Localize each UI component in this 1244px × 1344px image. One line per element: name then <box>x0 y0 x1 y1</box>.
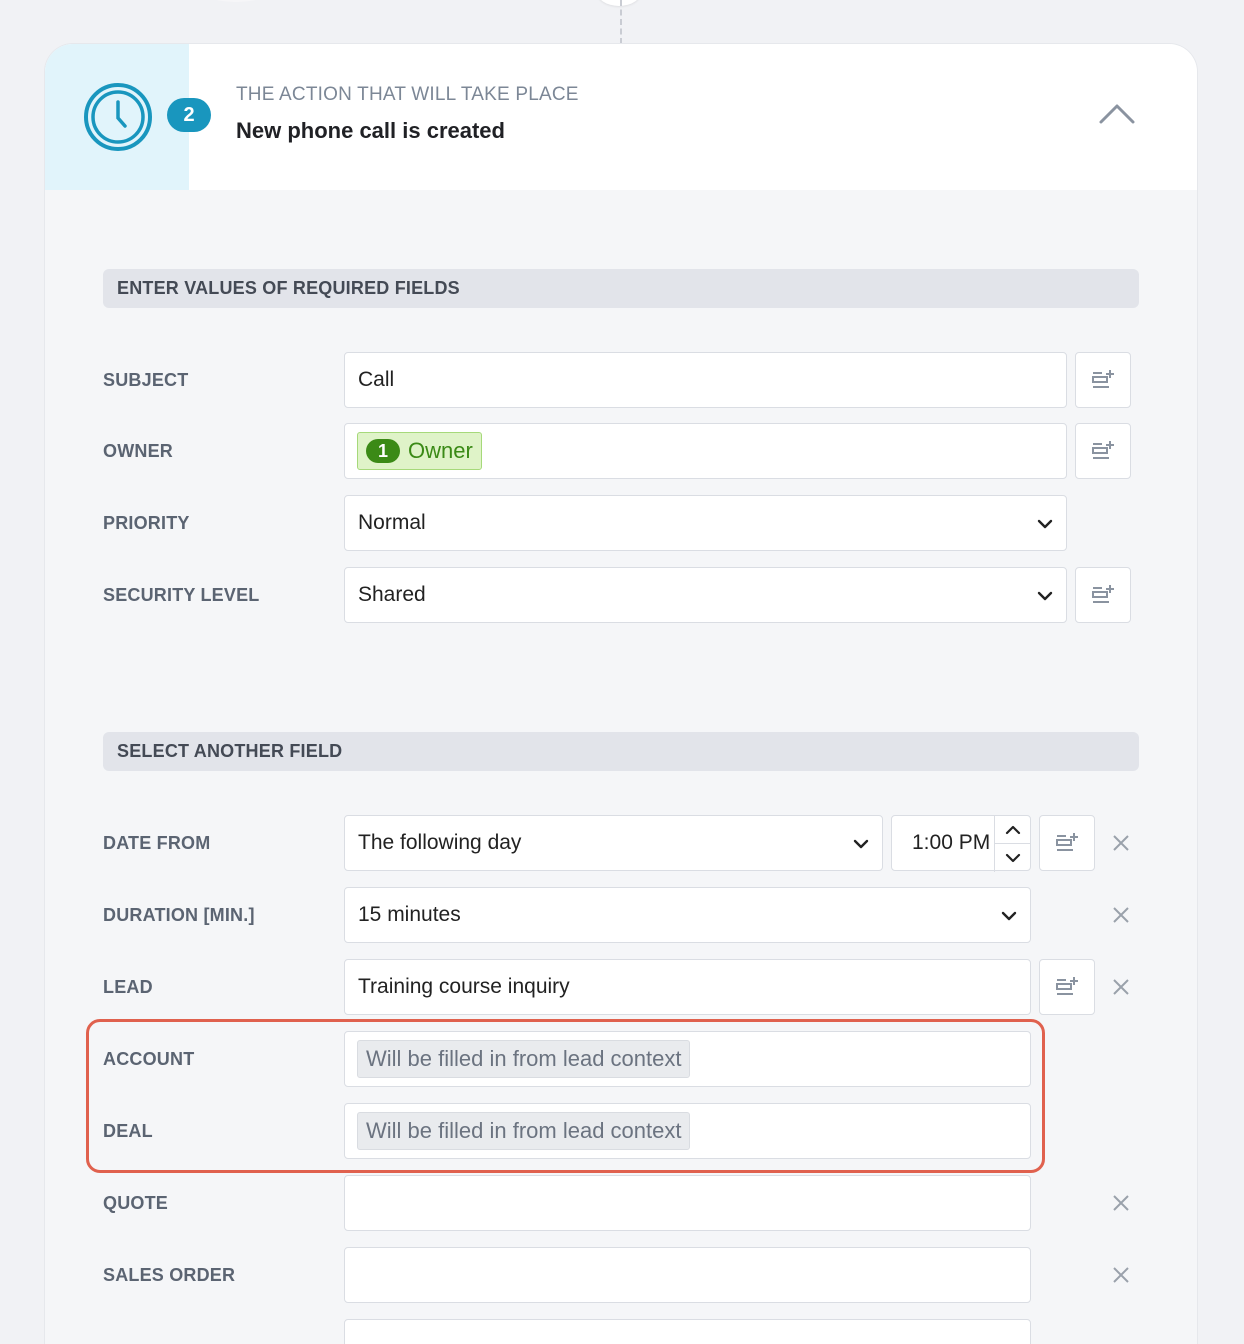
date-from-select[interactable]: The following day <box>344 815 883 871</box>
chevron-up-icon[interactable] <box>1097 100 1137 128</box>
insert-value-button[interactable] <box>1039 959 1095 1015</box>
date-from-label: DATE FROM <box>103 832 211 853</box>
sales-order-input[interactable] <box>344 1247 1031 1303</box>
next-row <box>103 1319 1143 1344</box>
insert-value-button[interactable] <box>1075 352 1131 408</box>
required-fields-section-title: ENTER VALUES OF REQUIRED FIELDS <box>103 269 1139 308</box>
insert-field-icon <box>1056 833 1078 851</box>
date-from-row: DATE FROM The following day 1:00 PM <box>103 815 1143 872</box>
insert-field-icon <box>1092 585 1114 603</box>
remove-field-button[interactable] <box>1109 975 1133 999</box>
owner-tag-number: 1 <box>366 439 400 463</box>
connector-line <box>620 0 622 44</box>
date-from-value: The following day <box>358 831 522 854</box>
time-stepper <box>994 816 1030 872</box>
card-header: 2 THE ACTION THAT WILL TAKE PLACE New ph… <box>45 44 1197 190</box>
account-label: ACCOUNT <box>103 1048 195 1069</box>
account-input[interactable]: Will be filled in from lead context <box>344 1031 1031 1087</box>
deal-input[interactable]: Will be filled in from lead context <box>344 1103 1031 1159</box>
owner-input[interactable]: 1 Owner <box>344 423 1067 479</box>
another-field-section-title: SELECT ANOTHER FIELD <box>103 732 1139 771</box>
priority-select[interactable]: Normal <box>344 495 1067 551</box>
time-value: 1:00 PM <box>912 831 991 854</box>
owner-tag[interactable]: 1 Owner <box>357 432 482 470</box>
subject-value: Call <box>358 368 395 391</box>
duration-label: DURATION [MIN.] <box>103 904 255 925</box>
connector-node <box>596 0 642 6</box>
chevron-up-icon <box>1005 825 1020 834</box>
security-level-label: SECURITY LEVEL <box>103 584 260 605</box>
lead-row: LEAD Training course inquiry <box>103 959 1143 1015</box>
owner-row: OWNER 1 Owner <box>103 423 1143 479</box>
close-icon <box>1113 907 1129 923</box>
time-increment-button[interactable] <box>995 816 1030 844</box>
action-icon-block: 2 <box>45 44 211 190</box>
duration-select[interactable]: 15 minutes <box>344 887 1031 943</box>
chevron-down-icon <box>1037 519 1053 529</box>
action-card: 2 THE ACTION THAT WILL TAKE PLACE New ph… <box>45 44 1197 1344</box>
account-row: ACCOUNT Will be filled in from lead cont… <box>103 1031 1143 1087</box>
chevron-down-icon <box>1001 911 1017 921</box>
header-text: THE ACTION THAT WILL TAKE PLACE New phon… <box>236 84 579 144</box>
priority-value: Normal <box>358 511 426 534</box>
time-decrement-button[interactable] <box>995 844 1030 872</box>
insert-field-icon <box>1092 370 1114 388</box>
subject-input[interactable]: Call <box>344 352 1067 408</box>
deal-context-tag: Will be filled in from lead context <box>357 1112 691 1150</box>
subject-row: SUBJECT Call <box>103 352 1143 408</box>
deal-row: DEAL Will be filled in from lead context <box>103 1103 1143 1159</box>
close-icon <box>1113 835 1129 851</box>
deal-label: DEAL <box>103 1120 153 1141</box>
close-icon <box>1113 979 1129 995</box>
chevron-down-icon <box>1037 591 1053 601</box>
remove-field-button[interactable] <box>1109 1263 1133 1287</box>
step-number-badge: 2 <box>167 98 211 132</box>
insert-field-icon <box>1056 977 1078 995</box>
remove-field-button[interactable] <box>1109 1191 1133 1215</box>
chevron-down-icon <box>853 839 869 849</box>
security-level-select[interactable]: Shared <box>344 567 1067 623</box>
close-icon <box>1113 1267 1129 1283</box>
previous-card-edge <box>196 0 276 2</box>
owner-label: OWNER <box>103 440 173 461</box>
quote-row: QUOTE <box>103 1175 1143 1231</box>
sales-order-row: SALES ORDER <box>103 1247 1143 1303</box>
security-level-row: SECURITY LEVEL Shared <box>103 567 1143 623</box>
insert-value-button[interactable] <box>1075 567 1131 623</box>
subject-label: SUBJECT <box>103 369 189 390</box>
quote-label: QUOTE <box>103 1192 169 1213</box>
priority-label: PRIORITY <box>103 512 190 533</box>
header-title: New phone call is created <box>236 118 505 143</box>
sales-order-label: SALES ORDER <box>103 1264 236 1285</box>
time-input[interactable]: 1:00 PM <box>891 815 1031 872</box>
quote-input[interactable] <box>344 1175 1031 1231</box>
insert-value-button[interactable] <box>1039 815 1095 871</box>
owner-tag-label: Owner <box>408 438 473 463</box>
insert-value-button[interactable] <box>1075 423 1131 479</box>
remove-field-button[interactable] <box>1109 831 1133 855</box>
remove-field-button[interactable] <box>1109 903 1133 927</box>
header-caption: THE ACTION THAT WILL TAKE PLACE <box>236 84 579 105</box>
lead-label: LEAD <box>103 976 153 997</box>
clock-icon <box>84 83 152 151</box>
next-field-input[interactable] <box>344 1319 1031 1344</box>
close-icon <box>1113 1195 1129 1211</box>
lead-value: Training course inquiry <box>358 975 570 998</box>
duration-row: DURATION [MIN.] 15 minutes <box>103 887 1143 943</box>
insert-field-icon <box>1092 441 1114 459</box>
chevron-down-icon <box>1005 853 1020 863</box>
duration-value: 15 minutes <box>358 903 461 926</box>
priority-row: PRIORITY Normal <box>103 495 1143 551</box>
lead-input[interactable]: Training course inquiry <box>344 959 1031 1015</box>
account-context-tag: Will be filled in from lead context <box>357 1040 691 1078</box>
security-level-value: Shared <box>358 583 426 606</box>
